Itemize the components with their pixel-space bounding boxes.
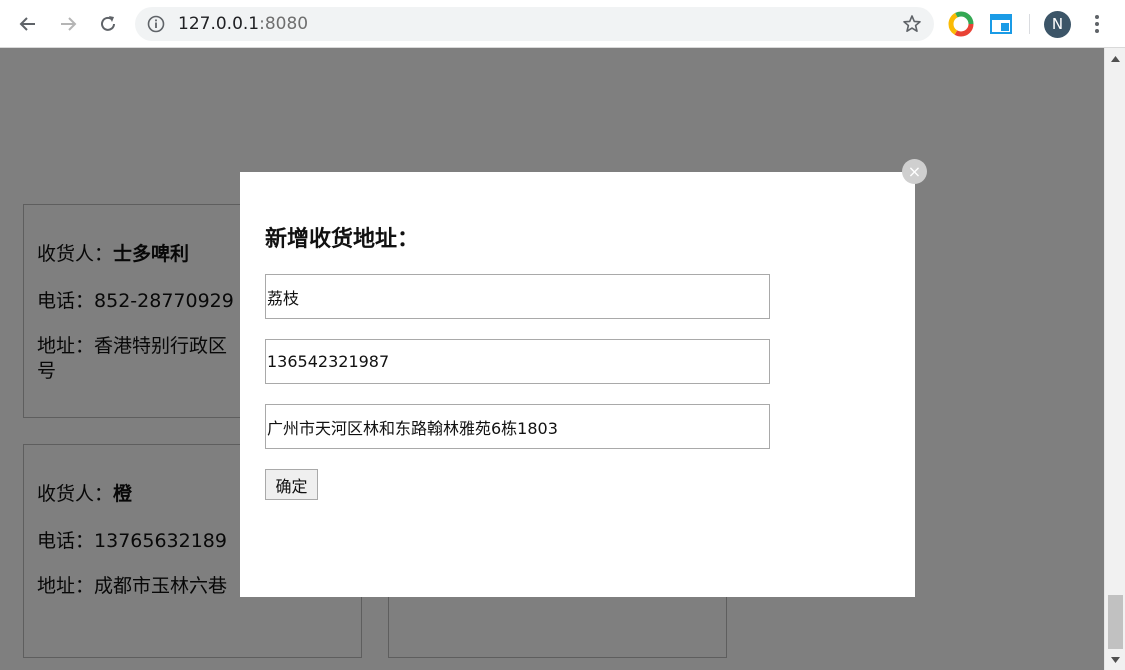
back-button[interactable] xyxy=(13,9,43,39)
scroll-up-button[interactable] xyxy=(1105,50,1125,67)
browser-toolbar: 127.0.0.1:8080 N xyxy=(0,0,1125,48)
vertical-scrollbar[interactable] xyxy=(1104,48,1125,670)
info-icon[interactable] xyxy=(147,15,165,33)
forward-arrow-icon xyxy=(61,17,77,31)
reload-button[interactable] xyxy=(93,9,123,39)
window-extension-icon[interactable] xyxy=(988,11,1014,37)
recipient-name-input[interactable] xyxy=(265,274,770,319)
profile-avatar[interactable]: N xyxy=(1044,11,1071,38)
url-text: 127.0.0.1:8080 xyxy=(178,7,308,41)
phone-input[interactable] xyxy=(265,339,770,384)
scroll-up-icon xyxy=(1111,55,1120,62)
close-icon[interactable]: × xyxy=(902,159,927,184)
star-icon[interactable] xyxy=(902,14,922,34)
modal-title: 新增收货地址： xyxy=(265,227,420,252)
menu-dots-icon[interactable] xyxy=(1088,12,1106,36)
add-address-modal: 新增收货地址： 确定 xyxy=(240,172,915,597)
url-port: :8080 xyxy=(259,14,309,34)
reload-icon xyxy=(101,16,115,31)
back-arrow-icon xyxy=(19,17,35,31)
address-bar[interactable]: 127.0.0.1:8080 xyxy=(135,7,934,41)
scroll-down-icon xyxy=(1111,656,1120,663)
page-viewport: 收货人：士多啤利 电话：852-28770929 地址：香港特别行政区 号 收货… xyxy=(0,48,1104,670)
url-host: 127.0.0.1 xyxy=(178,14,260,34)
scroll-thumb[interactable] xyxy=(1108,595,1123,649)
forward-button[interactable] xyxy=(53,9,83,39)
confirm-button[interactable]: 确定 xyxy=(265,469,318,500)
chrome-extension-icon[interactable] xyxy=(948,11,974,37)
scroll-down-button[interactable] xyxy=(1105,651,1125,668)
toolbar-separator xyxy=(1029,14,1030,34)
address-input[interactable] xyxy=(265,404,770,449)
